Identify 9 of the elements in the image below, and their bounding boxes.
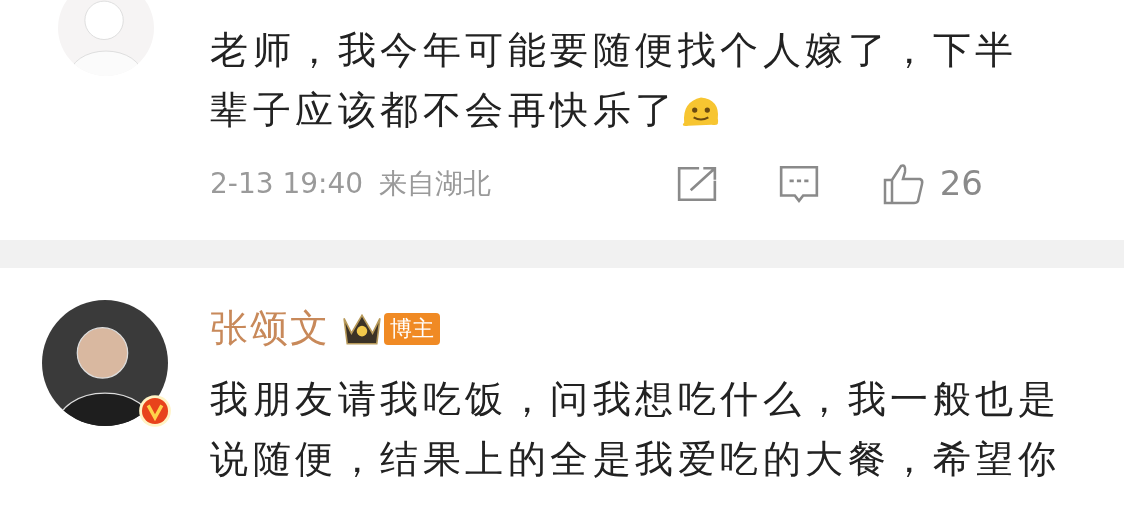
comment-time: 2-13 19:40: [210, 165, 364, 202]
comment-text: 老师，我今年可能要随便找个人嫁了，下半辈子应该都不会再快乐了: [210, 27, 1019, 134]
user-name[interactable]: 张颂文: [210, 300, 330, 357]
like-count: 26: [939, 162, 983, 205]
blogger-badge: 博主: [384, 312, 440, 345]
comment-icon[interactable]: [777, 163, 820, 204]
comment-text: 我朋友请我吃饭，问我想吃什么，我一般也是说随便，结果上的全是我爱吃的大餐，希望你: [210, 376, 1061, 483]
share-icon[interactable]: [675, 164, 718, 203]
comment-location: 来自湖北: [379, 165, 492, 202]
